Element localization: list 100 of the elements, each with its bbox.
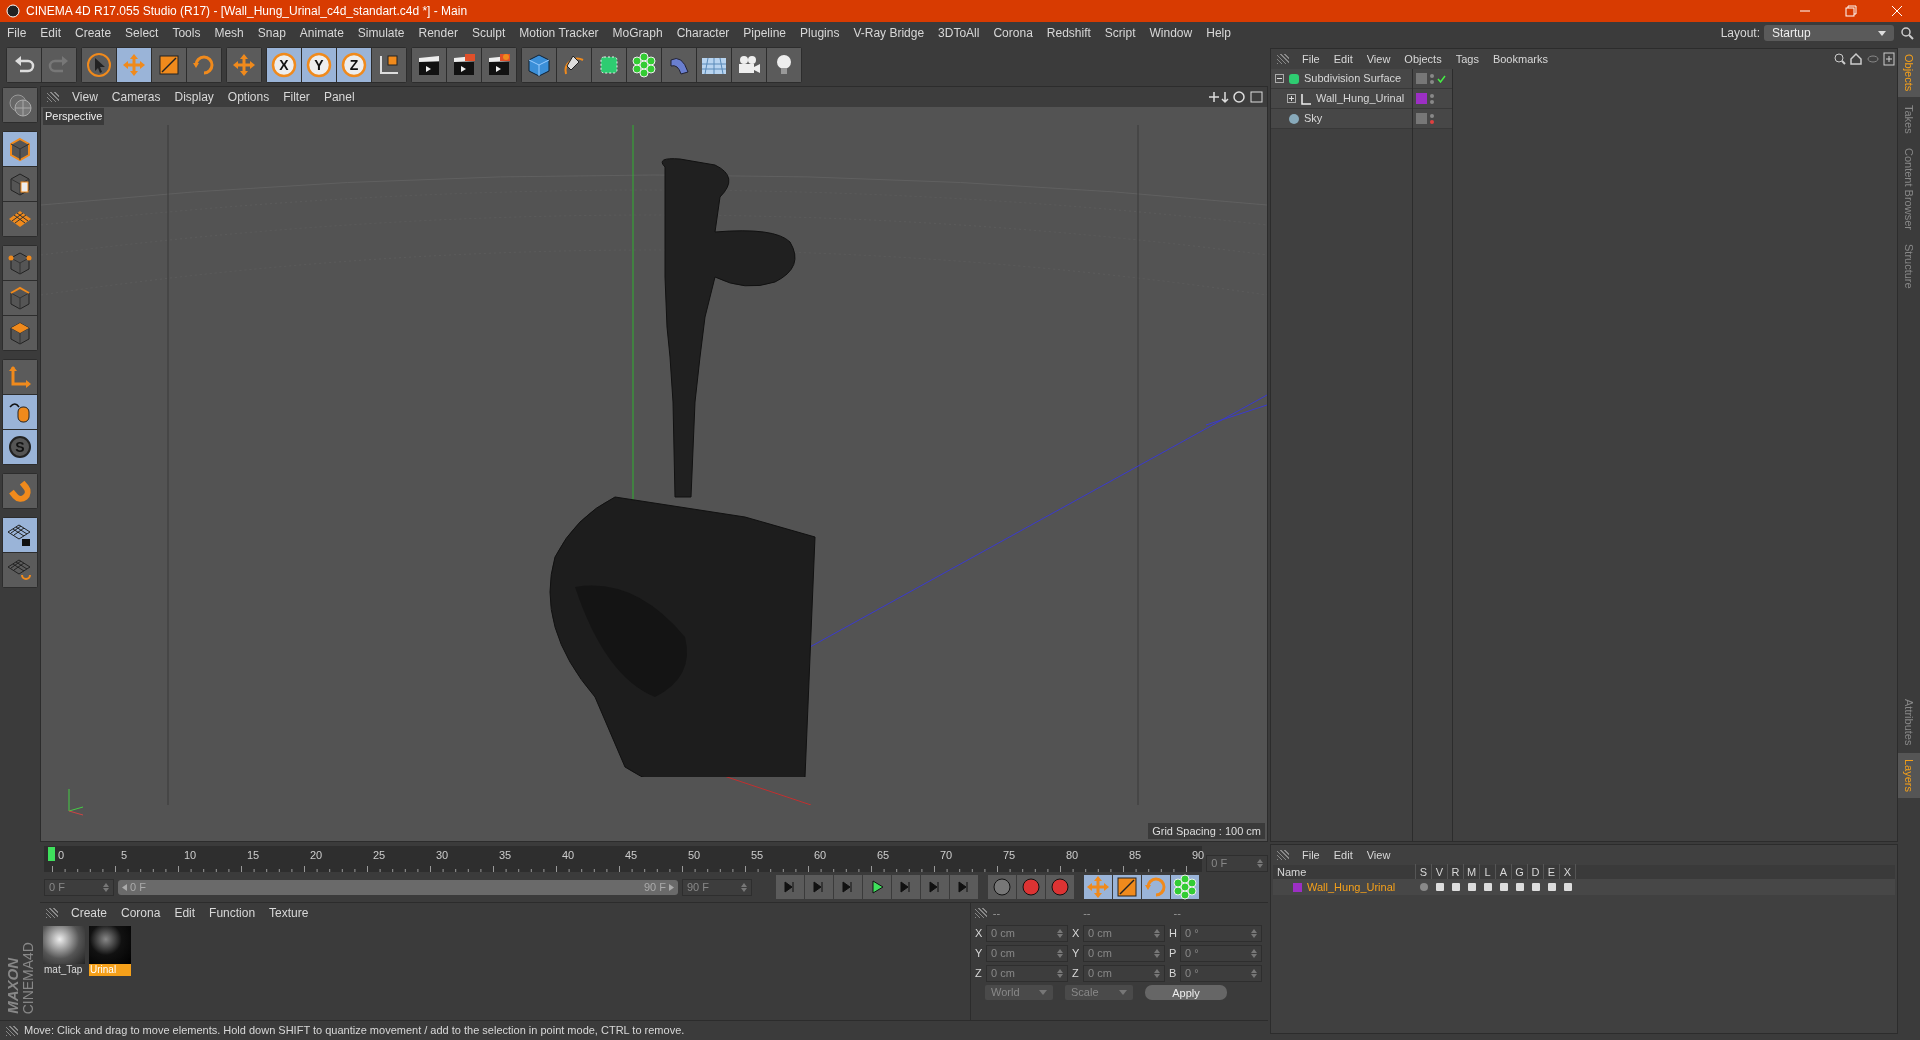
layout-dropdown[interactable]: Startup xyxy=(1764,25,1894,41)
viewport-menu-item[interactable]: Cameras xyxy=(104,88,168,106)
close-icon[interactable] xyxy=(1891,5,1903,17)
side-tab[interactable]: Objects xyxy=(1898,48,1920,98)
material-menu-item[interactable]: Function xyxy=(202,904,263,922)
viewport-menu-item[interactable]: Panel xyxy=(316,88,362,106)
apply-button[interactable]: Apply xyxy=(1145,984,1227,1000)
cube-icon xyxy=(7,320,33,346)
restore-icon[interactable] xyxy=(1845,5,1857,17)
visibility-dots[interactable] xyxy=(1430,93,1434,104)
viewport-menu-item[interactable]: View xyxy=(65,88,105,106)
menu-item[interactable]: File xyxy=(0,24,34,42)
viewport-menu-item[interactable]: Display xyxy=(167,88,221,106)
material-menu-item[interactable]: Corona xyxy=(114,904,168,922)
menu-item[interactable]: Motion Tracker xyxy=(512,24,606,42)
tool-button[interactable] xyxy=(557,48,591,82)
spinner-arrows-icon xyxy=(1154,968,1160,978)
tool-button[interactable] xyxy=(447,48,481,82)
layer-swatch[interactable] xyxy=(1416,73,1427,84)
record-button[interactable] xyxy=(1046,875,1074,899)
layer-color-swatch[interactable] xyxy=(1416,93,1427,104)
objects-menu-item[interactable]: Tags xyxy=(1448,50,1486,68)
tool-button[interactable] xyxy=(482,48,516,82)
tree-toggle[interactable] xyxy=(1275,74,1284,83)
menu-item[interactable]: Sculpt xyxy=(464,24,513,42)
tool-button[interactable] xyxy=(3,518,37,552)
menu-item[interactable]: Corona xyxy=(986,24,1040,42)
menu-item[interactable]: Help xyxy=(1199,24,1238,42)
layers-menu-item[interactable]: Edit xyxy=(1326,846,1360,864)
search-icon[interactable] xyxy=(1900,26,1914,40)
left-triangle-icon xyxy=(122,883,127,891)
minus-icon xyxy=(1277,76,1282,81)
menu-item[interactable]: Plugins xyxy=(793,24,847,42)
menu-item[interactable]: Script xyxy=(1097,24,1143,42)
tool-button[interactable] xyxy=(82,48,116,82)
visibility-dots[interactable] xyxy=(1430,73,1434,84)
menu-item[interactable]: Redshift xyxy=(1039,24,1098,42)
objects-menu-item[interactable]: File xyxy=(1295,50,1327,68)
tool-button[interactable] xyxy=(412,48,446,82)
objects-menu-item[interactable]: Bookmarks xyxy=(1485,50,1555,68)
material-swatch[interactable]: mat_Tap xyxy=(43,926,85,976)
frame-number: 10 xyxy=(184,848,197,863)
layers-menu-item[interactable]: File xyxy=(1295,846,1327,864)
menu-item[interactable]: Render xyxy=(411,24,465,42)
timeline-ruler[interactable]: 0 5 10 15 20 25 30 35 40 45 50 55 60 65 70 75 80 85 90 xyxy=(44,846,1203,872)
move-arrows-icon xyxy=(121,52,147,78)
menu-item[interactable]: 3DToAll xyxy=(931,24,987,42)
layer-name[interactable]: Wall_Hung_Urinal xyxy=(1307,878,1416,896)
menu-item[interactable]: Mesh xyxy=(207,24,251,42)
tree-toggle[interactable] xyxy=(1287,94,1296,103)
tool-button[interactable] xyxy=(3,167,37,201)
objects-menu-item[interactable]: Edit xyxy=(1326,50,1360,68)
material-name: mat_Tap xyxy=(43,964,84,976)
frame-number: 40 xyxy=(562,848,575,863)
menu-item[interactable]: Window xyxy=(1142,24,1200,42)
menu-item[interactable]: Character xyxy=(669,24,737,42)
menu-item[interactable]: Select xyxy=(118,24,166,42)
menu-item[interactable]: Tools xyxy=(165,24,208,42)
record-key-icon xyxy=(1051,878,1069,896)
panel-tools-icon[interactable] xyxy=(1833,52,1897,66)
axis-label: P xyxy=(1169,945,1178,961)
enabled-check-icon[interactable] xyxy=(1437,74,1446,83)
layers-menu-item[interactable]: View xyxy=(1359,846,1398,864)
axis-label: Z xyxy=(1072,965,1080,981)
menu-item[interactable]: Pipeline xyxy=(736,24,794,42)
frame-number: 45 xyxy=(625,848,638,863)
objects-menu-item[interactable]: Objects xyxy=(1397,50,1449,68)
plus-icon xyxy=(1289,96,1294,101)
viewport-menu-item[interactable]: Filter xyxy=(276,88,317,106)
menu-item[interactable]: MoGraph xyxy=(605,24,670,42)
subdivision-cube-icon xyxy=(1288,72,1300,85)
key-filter-button[interactable] xyxy=(1113,875,1141,899)
record-button[interactable] xyxy=(988,875,1016,899)
viewport[interactable]: Perspective Grid Spacing : 100 cm xyxy=(41,107,1267,841)
material-menu-item[interactable]: Edit xyxy=(167,904,203,922)
material-menu-item[interactable]: Create xyxy=(64,904,115,922)
axis-label: X xyxy=(1072,925,1081,941)
viewport-menu-item[interactable]: Options xyxy=(220,88,277,106)
frame-number: 30 xyxy=(436,848,449,863)
menu-item[interactable]: Edit xyxy=(33,24,69,42)
playback-button[interactable] xyxy=(863,875,891,899)
side-tab[interactable]: Layers xyxy=(1898,752,1920,798)
caret-icon xyxy=(1119,989,1127,995)
coordinate-header: -- xyxy=(1083,906,1092,921)
grid-lock-icon xyxy=(7,522,33,548)
menu-item[interactable]: Snap xyxy=(250,24,293,42)
menu-item[interactable]: Animate xyxy=(292,24,351,42)
menu-item[interactable]: V-Ray Bridge xyxy=(846,24,932,42)
object-name[interactable]: Sky xyxy=(1304,110,1323,127)
panel-grip-icon xyxy=(1277,54,1289,64)
layer-color-swatch[interactable] xyxy=(1293,882,1302,892)
objects-menu-item[interactable]: View xyxy=(1359,50,1398,68)
record-button[interactable] xyxy=(1017,875,1045,899)
layer-swatch[interactable] xyxy=(1416,113,1427,124)
tool-button[interactable] xyxy=(372,48,406,82)
visibility-dots[interactable] xyxy=(1430,113,1434,124)
menu-item[interactable]: Create xyxy=(68,24,119,42)
menu-item[interactable]: Simulate xyxy=(350,24,412,42)
playback-arrow-icon xyxy=(841,880,855,894)
material-menu-item[interactable]: Texture xyxy=(262,904,316,922)
